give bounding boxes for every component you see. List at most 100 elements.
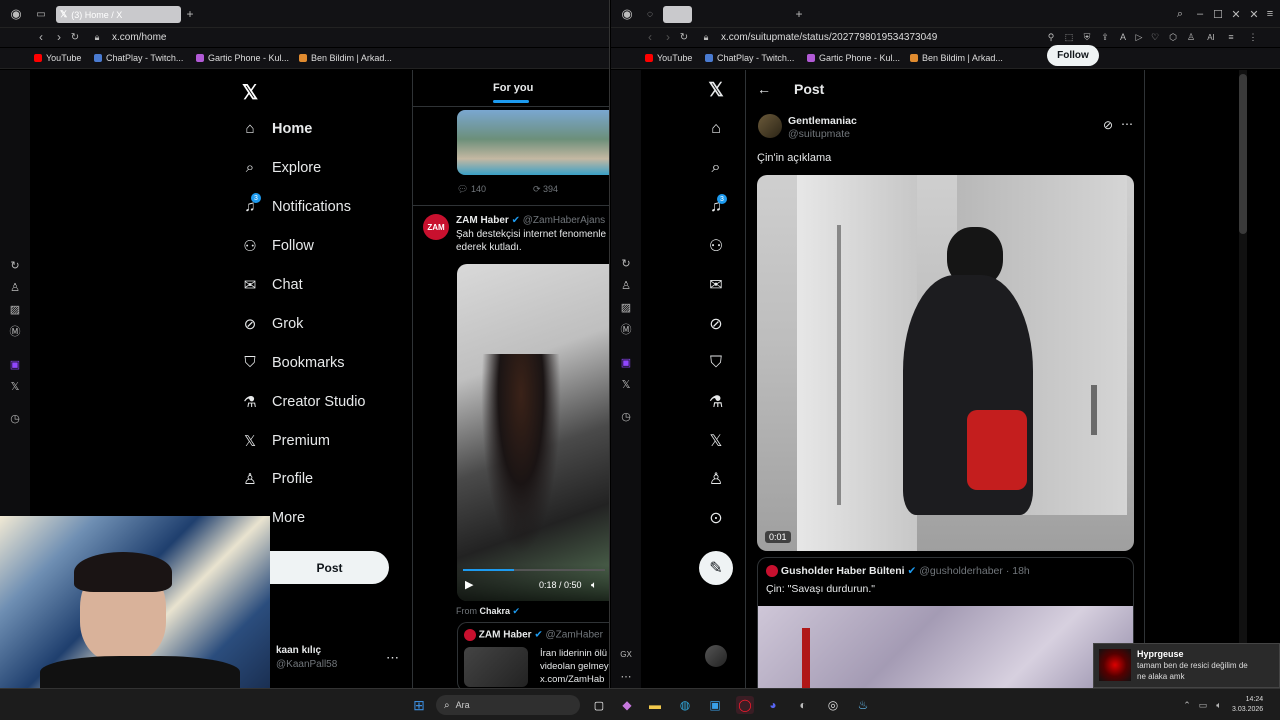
tab-for-you[interactable]: For you: [493, 82, 533, 94]
forward-icon[interactable]: ›: [663, 30, 673, 44]
share-icon[interactable]: ⇪: [1099, 31, 1111, 43]
account-more-icon[interactable]: ⋯: [386, 650, 399, 666]
maximize-icon[interactable]: ☐: [1211, 7, 1225, 21]
post-button[interactable]: Post: [270, 551, 389, 584]
nav-premium[interactable]: 𝕏 Premium: [242, 432, 330, 450]
tab-post[interactable]: [663, 6, 692, 23]
bookmark-icon[interactable]: ⛉: [705, 352, 727, 374]
pinboard-icon[interactable]: ▨: [611, 299, 641, 315]
clock-icon[interactable]: ◷: [611, 408, 641, 424]
grok-icon[interactable]: ⊘: [705, 313, 727, 335]
search-tabs-icon[interactable]: ⌕: [1173, 7, 1187, 21]
tweet-video[interactable]: ▶ 0:18 / 0:50 🔈︎: [457, 264, 609, 601]
history-icon[interactable]: ↻: [611, 255, 641, 271]
avatar[interactable]: ZAM: [423, 214, 449, 240]
x-logo-icon[interactable]: 𝕏: [705, 79, 727, 101]
new-tab-icon[interactable]: +: [184, 7, 196, 21]
nav-notifications[interactable]: ♫ 3 Notifications: [242, 193, 351, 215]
volume-icon[interactable]: 🔈︎: [591, 580, 597, 591]
nav-chat[interactable]: ✉ Chat: [242, 276, 303, 294]
search-icon[interactable]: ⌕: [705, 157, 727, 179]
scrollbar-thumb[interactable]: [1239, 74, 1247, 234]
bookmark-youtube[interactable]: YouTube: [645, 53, 692, 63]
quote-tweet[interactable]: ZAM Haber ✔ @ZamHaber İran liderinin ölü…: [457, 622, 609, 688]
avatar[interactable]: [758, 114, 782, 138]
discord-icon[interactable]: ◕: [764, 696, 782, 714]
forward-icon[interactable]: ›: [54, 30, 64, 44]
reload-icon[interactable]: ↻: [70, 31, 80, 43]
x-logo-icon[interactable]: 𝕏: [242, 80, 258, 105]
x-sidebar-icon[interactable]: 𝕏: [0, 378, 30, 394]
video-progress-track[interactable]: [463, 569, 605, 571]
mail-icon[interactable]: ✉: [705, 274, 727, 296]
reply-post[interactable]: Gusholder Haber Bülteni ✔ @gusholderhabe…: [757, 557, 1134, 688]
close-window-icon[interactable]: ✕: [1229, 7, 1243, 21]
back-icon[interactable]: ‹: [36, 30, 46, 44]
pin-icon[interactable]: ⚲: [1045, 31, 1057, 43]
more-vertical-icon[interactable]: ⋮: [1247, 31, 1259, 43]
x-sidebar-icon[interactable]: 𝕏: [611, 376, 641, 392]
aria-icon[interactable]: ♙: [611, 277, 641, 293]
m-app-icon[interactable]: Ⓜ: [611, 321, 641, 337]
url-field[interactable]: x.com/suitupmate/status/2027798019534373…: [721, 32, 937, 43]
play-icon[interactable]: ▶: [465, 578, 473, 591]
nav-grok[interactable]: ⊘ Grok: [242, 315, 304, 333]
url-field[interactable]: x.com/home: [112, 32, 166, 43]
copilot-icon[interactable]: ◆: [618, 696, 636, 714]
nav-home[interactable]: ⌂ Home: [242, 120, 312, 137]
reply-count[interactable]: 💬︎ 140: [457, 184, 486, 195]
tab-x-home[interactable]: 𝕏 (3) Home / X: [56, 6, 181, 23]
compose-post-icon[interactable]: ✎: [699, 551, 733, 585]
tweet-image-resort[interactable]: [457, 110, 609, 175]
back-arrow-icon[interactable]: ←: [757, 81, 771, 97]
settings-icon[interactable]: ≡: [1225, 31, 1237, 43]
m-app-icon[interactable]: Ⓜ: [0, 323, 30, 339]
ai-icon[interactable]: AI: [1203, 31, 1219, 43]
gx-label[interactable]: GX: [611, 646, 641, 662]
opera-logo-icon[interactable]: ◉: [8, 6, 24, 21]
clock[interactable]: 14:24 3.03.2026: [1232, 695, 1263, 715]
tweet-author[interactable]: ZAM Haber: [456, 215, 509, 226]
opera-logo-icon[interactable]: ◉: [619, 6, 635, 21]
post-video[interactable]: 0:01: [757, 175, 1134, 551]
from-source-name[interactable]: Chakra: [480, 606, 511, 616]
follow-button[interactable]: Follow: [1047, 45, 1099, 66]
workspaces-icon[interactable]: ▭: [34, 7, 48, 21]
author-name[interactable]: Gentlemaniac: [788, 115, 857, 127]
taskbar-search[interactable]: ⌕ Ara: [436, 695, 580, 715]
more-circle-icon[interactable]: ⊙: [705, 507, 727, 529]
account-name[interactable]: kaan kılıç: [276, 645, 321, 656]
bookmark-youtube[interactable]: YouTube: [34, 53, 81, 63]
flask-icon[interactable]: ⚗: [705, 391, 727, 413]
clock-icon[interactable]: ◷: [0, 410, 30, 426]
bookmark-chatplay[interactable]: ChatPlay - Twitch...: [705, 53, 794, 63]
shield-icon[interactable]: ⛨: [1081, 31, 1093, 43]
opera-taskbar-icon[interactable]: ◯: [736, 696, 754, 714]
reload-icon[interactable]: ↻: [679, 31, 689, 43]
extensions-icon[interactable]: ⬡: [1167, 31, 1179, 43]
heart-icon[interactable]: ♡: [1149, 31, 1161, 43]
bookmark-benbildim[interactable]: Ben Bildim | Arkad...: [910, 53, 1003, 63]
aria-icon[interactable]: ♙: [0, 279, 30, 295]
bookmark-gartic[interactable]: Gartic Phone - Kul...: [196, 53, 289, 63]
back-icon[interactable]: ‹: [645, 30, 655, 44]
store-icon[interactable]: ▣: [706, 696, 724, 714]
avatar[interactable]: [705, 645, 727, 667]
bookmark-chatplay[interactable]: ChatPlay - Twitch...: [94, 53, 183, 63]
close-icon[interactable]: ✕: [1247, 7, 1261, 21]
volume-icon[interactable]: 🔈︎: [1210, 696, 1228, 714]
nav-profile[interactable]: ♙ Profile: [242, 470, 313, 488]
twitch-icon[interactable]: ▣: [611, 354, 641, 370]
translate-icon[interactable]: A: [1117, 31, 1129, 43]
sidebar-more-icon[interactable]: ⋯: [611, 668, 641, 684]
windows-start-icon[interactable]: ⊞: [410, 696, 428, 714]
steam-icon[interactable]: ♨: [854, 696, 872, 714]
nav-explore[interactable]: ⌕ Explore: [242, 159, 321, 176]
person-add-icon[interactable]: ⚇: [705, 235, 727, 257]
premium-x-icon[interactable]: 𝕏: [705, 430, 727, 452]
chrome-icon[interactable]: ◎: [824, 696, 842, 714]
twitch-icon[interactable]: ▣: [0, 356, 30, 372]
scrollbar-track[interactable]: [1239, 70, 1247, 688]
history-icon[interactable]: ↻: [0, 257, 30, 273]
send-icon[interactable]: ▷: [1133, 31, 1145, 43]
